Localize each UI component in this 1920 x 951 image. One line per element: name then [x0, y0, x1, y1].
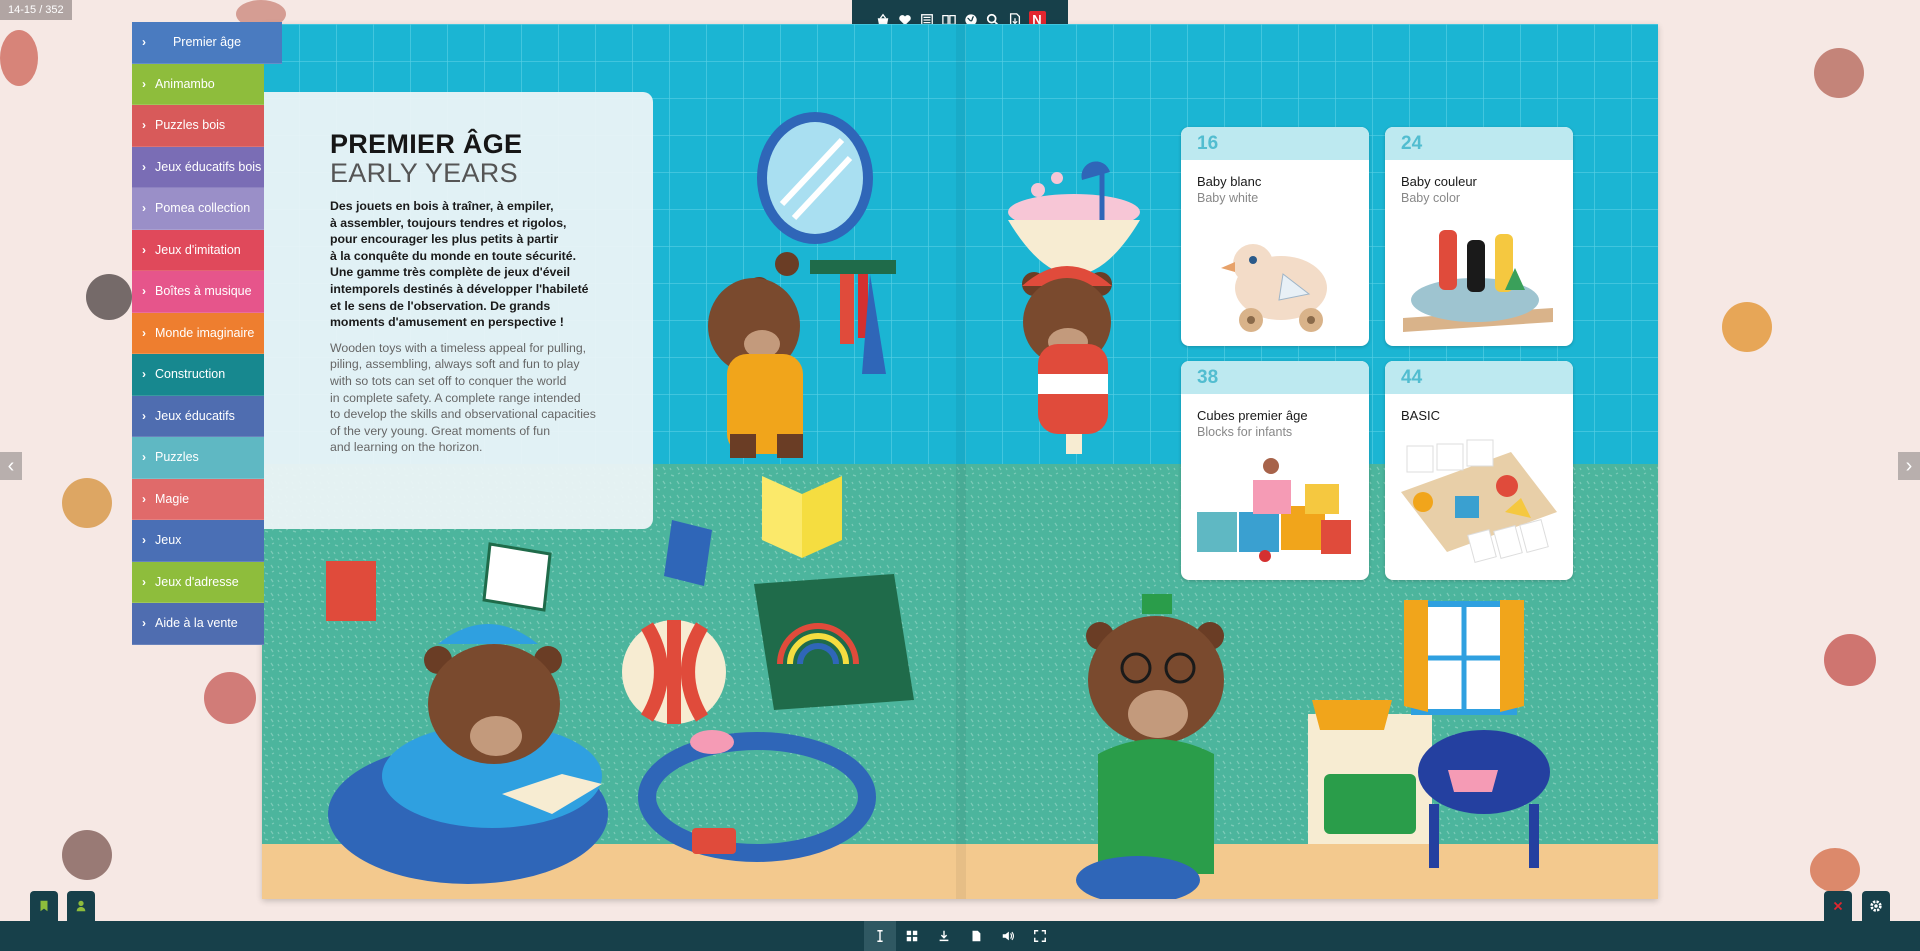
chevron-right-icon: ›	[142, 491, 146, 506]
nav-item-pomea-collection[interactable]: › Pomea collection	[132, 188, 264, 230]
previous-page-arrow-icon[interactable]: ‹	[0, 452, 22, 480]
nav-item-jeux-educatifs[interactable]: › Jeux éducatifs	[132, 395, 264, 437]
description-english: Wooden toys with a timeless appeal for p…	[330, 340, 596, 455]
nav-label: Puzzles bois	[155, 118, 226, 133]
text-cursor-icon[interactable]	[864, 921, 896, 951]
card-title: BASIC	[1401, 408, 1441, 423]
background-dot	[0, 30, 38, 86]
card-page-number: 38	[1181, 361, 1369, 394]
chevron-right-icon: ›	[142, 325, 146, 340]
nav-item-aide-a-la-vente[interactable]: › Aide à la vente	[132, 603, 264, 645]
background-dot	[204, 672, 256, 724]
card-page-number: 24	[1385, 127, 1573, 160]
background-dot	[86, 274, 132, 320]
nav-item-construction[interactable]: › Construction	[132, 354, 264, 396]
nav-label: Jeux éducatifs	[155, 408, 235, 423]
user-button[interactable]	[67, 891, 95, 921]
nav-item-boites-a-musique[interactable]: › Boîtes à musique	[132, 271, 264, 313]
chevron-right-icon: ›	[142, 533, 146, 548]
nav-item-jeux[interactable]: › Jeux	[132, 520, 264, 562]
card-subtitle	[1385, 423, 1573, 425]
chevron-right-icon: ›	[142, 118, 146, 133]
page-title: PREMIER ÂGE	[330, 129, 523, 159]
settings-button[interactable]	[1862, 891, 1890, 921]
page-counter: 14-15 / 352	[0, 0, 72, 20]
background-dot	[62, 478, 112, 528]
page-icon[interactable]	[960, 921, 992, 951]
speaker-icon[interactable]	[992, 921, 1024, 951]
nav-label: Jeux d'adresse	[155, 574, 239, 589]
chevron-right-icon: ›	[142, 159, 146, 174]
nav-label: Jeux	[155, 533, 182, 548]
nav-item-jeux-imitation[interactable]: › Jeux d'imitation	[132, 229, 264, 271]
nav-label: Aide à la vente	[155, 616, 238, 631]
card-subtitle: Baby color	[1401, 191, 1461, 205]
nav-label: Monde imaginaire	[155, 325, 255, 340]
stacking-blocks-image	[1197, 458, 1351, 562]
intro-panel: PREMIER ÂGE EARLY YEARS Des jouets en bo…	[262, 92, 653, 529]
product-card-baby-color[interactable]: 24 Baby couleur Baby color	[1385, 127, 1573, 346]
card-page-number: 16	[1181, 127, 1369, 160]
close-button[interactable]	[1824, 891, 1852, 921]
card-title: Baby blanc	[1197, 174, 1262, 189]
background-dot	[62, 830, 112, 880]
nav-label: Animambo	[155, 76, 215, 91]
product-card-baby-white[interactable]: 16 Baby blanc Baby white	[1181, 127, 1369, 346]
nav-item-jeux-educatifs-bois[interactable]: › Jeux éducatifs bois	[132, 146, 264, 188]
nav-label: Premier âge	[172, 35, 242, 50]
nav-item-monde-imaginaire[interactable]: › Monde imaginaire	[132, 312, 264, 354]
nav-label: Construction	[155, 367, 226, 382]
nav-item-jeux-adresse[interactable]: › Jeux d'adresse	[132, 561, 264, 603]
background-dot	[1722, 302, 1772, 352]
chevron-right-icon: ›	[142, 450, 146, 465]
nav-item-magie[interactable]: › Magie	[132, 478, 264, 520]
nav-item-puzzles[interactable]: › Puzzles	[132, 437, 264, 479]
next-page-arrow-icon[interactable]: ›	[1898, 452, 1920, 480]
nav-item-puzzles-bois[interactable]: › Puzzles bois	[132, 105, 264, 147]
nav-item-premier-age[interactable]: › Premier âge	[132, 22, 282, 64]
card-page-number: 44	[1385, 361, 1573, 394]
fullscreen-icon[interactable]	[1024, 921, 1056, 951]
nav-label: Pomea collection	[155, 201, 251, 216]
page-subtitle: EARLY YEARS	[330, 158, 518, 188]
card-title: Baby couleur	[1401, 174, 1477, 189]
nav-label: Boîtes à musique	[155, 284, 252, 299]
nav-item-animambo[interactable]: › Animambo	[132, 63, 264, 105]
chevron-right-icon: ›	[142, 616, 146, 631]
bookmark-button[interactable]	[30, 891, 58, 921]
bottom-toolbar	[0, 921, 1920, 951]
nav-label: Puzzles	[155, 450, 199, 465]
category-nav: › Premier âge › Animambo › Puzzles bois › Je…	[132, 22, 282, 645]
nav-label: Jeux d'imitation	[155, 242, 241, 257]
chevron-right-icon: ›	[142, 242, 146, 257]
background-dot	[1814, 48, 1864, 98]
shape-puzzle-board-image	[1401, 439, 1557, 563]
download-icon[interactable]	[928, 921, 960, 951]
nav-label: Magie	[155, 491, 190, 506]
description-french: Des jouets en bois à traîner, à empiler,…	[330, 199, 589, 330]
card-subtitle: Baby white	[1197, 191, 1259, 205]
card-subtitle: Blocks for infants	[1197, 425, 1293, 439]
background-dot	[1810, 848, 1860, 892]
chevron-right-icon: ›	[142, 201, 146, 216]
chevron-right-icon: ›	[142, 35, 146, 50]
chevron-right-icon: ›	[142, 76, 146, 91]
background-dot	[1824, 634, 1876, 686]
product-card-basic[interactable]: 44 BASIC	[1385, 361, 1573, 580]
nav-label: Jeux éducatifs bois	[155, 159, 262, 174]
chevron-right-icon: ›	[142, 408, 146, 423]
animal-puzzle-toy-image	[1403, 230, 1553, 332]
card-title: Cubes premier âge	[1197, 408, 1308, 423]
chevron-right-icon: ›	[142, 367, 146, 382]
wooden-bird-toy-image	[1221, 244, 1327, 332]
chevron-right-icon: ›	[142, 284, 146, 299]
product-card-blocks-infants[interactable]: 38 Cubes premier âge Blocks for infants	[1181, 361, 1369, 580]
chevron-right-icon: ›	[142, 574, 146, 589]
grid-icon[interactable]	[896, 921, 928, 951]
